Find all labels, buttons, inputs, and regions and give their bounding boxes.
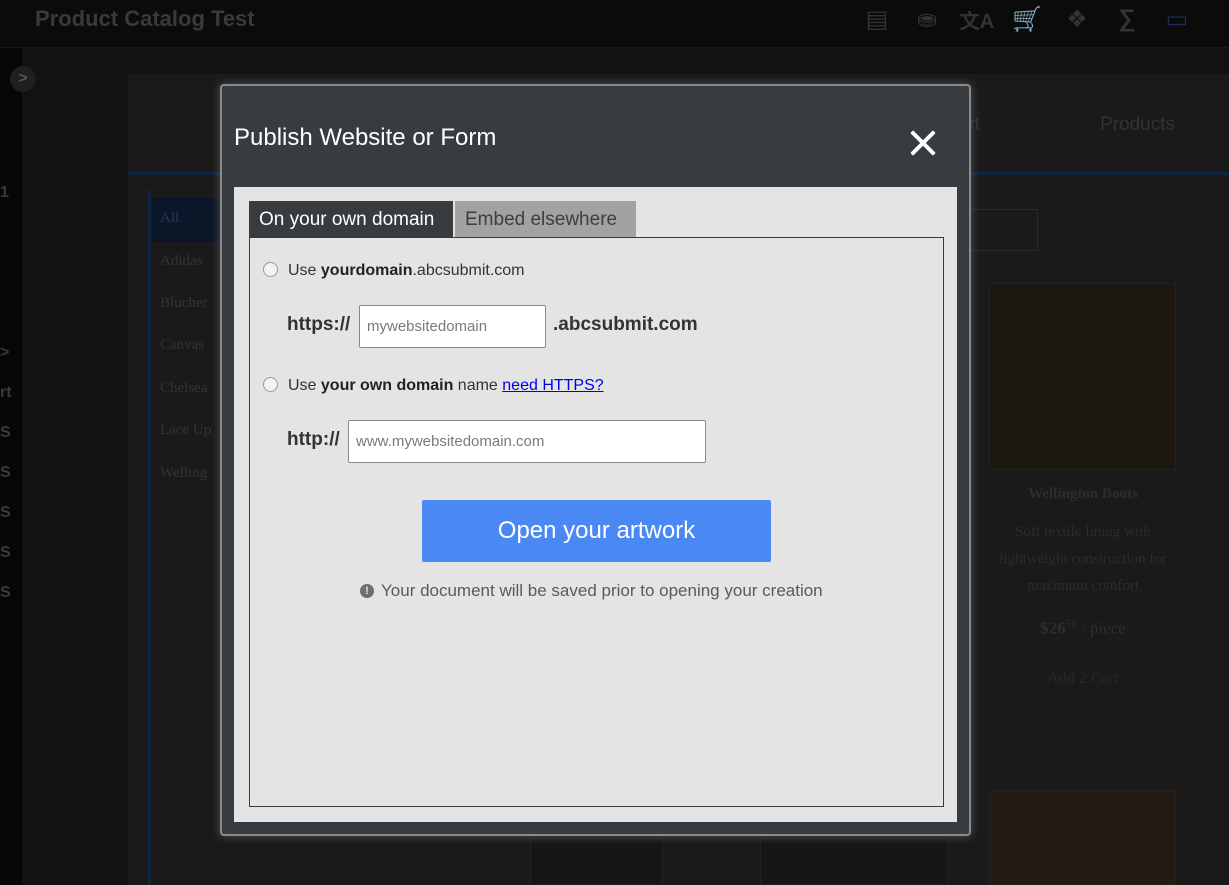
layout-icon[interactable]: ▤ <box>858 2 896 36</box>
formula-icon[interactable]: ∑ <box>1108 2 1146 36</box>
notice-text: Your document will be saved prior to ope… <box>381 581 823 600</box>
cart-icon[interactable]: 🛒 <box>1008 2 1046 36</box>
monitor-icon[interactable]: ▭ <box>1158 2 1196 36</box>
subdomain-option-label: Use yourdomain.abcsubmit.com <box>288 262 525 280</box>
price-unit: / piece <box>1076 618 1126 638</box>
product-name: Wellington Boots <box>1028 486 1138 502</box>
product-image[interactable] <box>989 790 1176 885</box>
close-icon[interactable] <box>906 126 940 160</box>
label-text: Use <box>288 377 321 394</box>
rail-letter: > <box>0 344 10 361</box>
http-prefix: http:// <box>287 429 340 450</box>
chevron-right-icon[interactable]: > <box>10 66 36 92</box>
custom-domain-option-label: Use your own domain name need HTTPS? <box>288 377 604 395</box>
subdomain-input[interactable] <box>359 305 546 348</box>
rail-letter: 1 <box>0 184 9 201</box>
category-item[interactable]: All <box>152 198 222 242</box>
database-icon[interactable]: ⛂ <box>908 2 946 36</box>
product-price: $2650 / piece <box>990 618 1176 639</box>
translate-icon[interactable]: 文A <box>958 2 996 36</box>
label-text: .abcsubmit.com <box>412 262 525 279</box>
category-item[interactable]: Chelsea <box>160 380 207 397</box>
add-to-cart-button[interactable]: Add 2 Cart <box>990 670 1176 688</box>
subdomain-radio[interactable] <box>263 262 278 277</box>
nav-item-products[interactable]: Products <box>1100 114 1175 136</box>
dialog-title: Publish Website or Form <box>234 124 497 151</box>
toolbar-icons: ▤ ⛂ 文A 🛒 ❖ ∑ ▭ <box>858 2 1196 36</box>
left-rail: 1 > rt S S S S S <box>0 48 22 885</box>
category-item[interactable]: Adidas <box>160 253 203 270</box>
open-artwork-button[interactable]: Open your artwork <box>422 500 771 562</box>
rail-letter: S <box>0 584 11 601</box>
custom-domain-input[interactable] <box>348 420 706 463</box>
custom-domain-radio[interactable] <box>263 377 278 392</box>
category-item[interactable]: Welling <box>160 465 207 482</box>
save-notice: ! Your document will be saved prior to o… <box>360 581 823 601</box>
rail-letter: S <box>0 544 11 561</box>
tab-own-domain[interactable]: On your own domain <box>249 201 453 238</box>
product-image[interactable] <box>760 838 948 885</box>
price-cents: 50 <box>1065 618 1077 630</box>
product-description: Soft textile lining with lightweight con… <box>999 524 1167 594</box>
puzzle-icon[interactable]: ❖ <box>1058 2 1096 36</box>
label-bold: your own domain <box>320 377 454 394</box>
publish-dialog: Publish Website or Form On your own doma… <box>220 84 971 836</box>
rail-letter: S <box>0 464 11 481</box>
category-item[interactable]: Canvas <box>160 337 204 354</box>
label-bold: yourdomain <box>320 262 413 279</box>
catalog-search-input[interactable] <box>960 209 1038 251</box>
https-prefix: https:// <box>287 314 351 335</box>
price-whole: $26 <box>1040 618 1066 638</box>
tab-panel-own-domain: Use yourdomain.abcsubmit.com https:// .a… <box>249 237 944 807</box>
label-text: name <box>453 377 503 394</box>
rail-letter: rt <box>0 384 12 401</box>
tab-embed-elsewhere[interactable]: Embed elsewhere <box>455 201 636 238</box>
label-text: Use <box>288 262 321 279</box>
rail-letter: S <box>0 424 11 441</box>
category-item[interactable]: Blucher <box>160 295 207 312</box>
domain-suffix: .abcsubmit.com <box>553 314 698 335</box>
rail-letter: S <box>0 504 11 521</box>
category-item[interactable]: Lace Up <box>160 422 211 439</box>
product-image[interactable] <box>989 283 1176 470</box>
app-toolbar: Product Catalog Test ▤ ⛂ 文A 🛒 ❖ ∑ ▭ <box>0 0 1229 48</box>
product-image[interactable] <box>530 838 663 885</box>
info-icon: ! <box>360 584 374 598</box>
app-title: Product Catalog Test <box>35 6 255 31</box>
dialog-body: On your own domain Embed elsewhere Use y… <box>234 187 957 822</box>
need-https-link[interactable]: need HTTPS? <box>502 377 603 394</box>
